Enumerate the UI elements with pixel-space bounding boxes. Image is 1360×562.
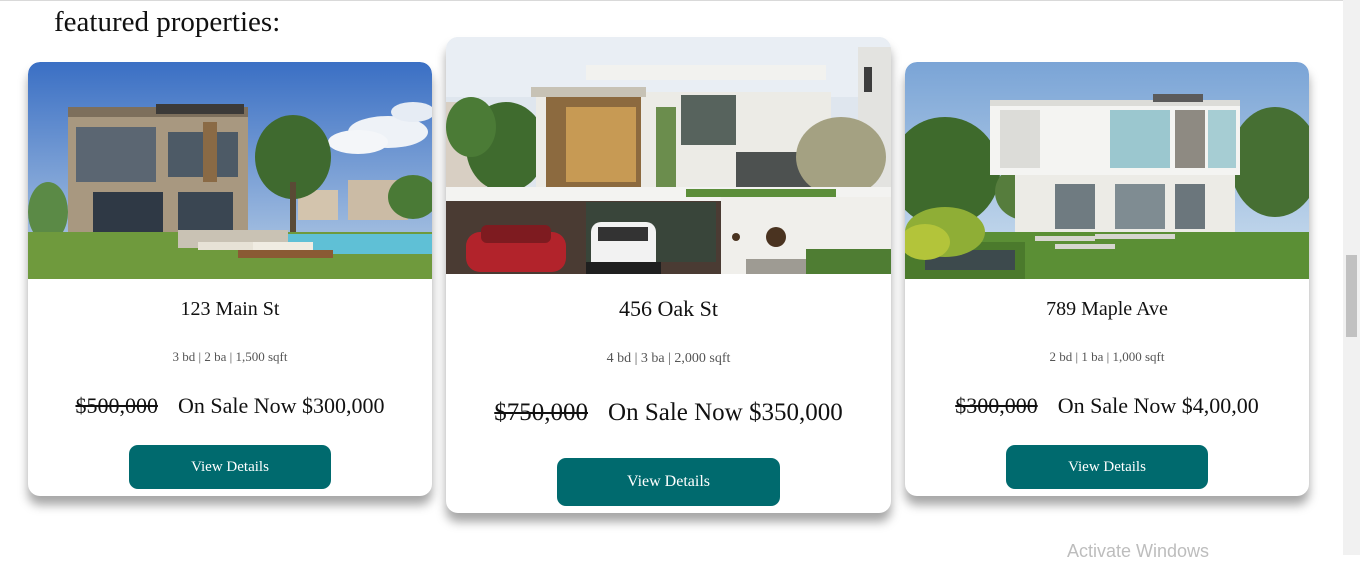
property-specs: 3 bd | 2 ba | 1,500 sqft <box>172 349 288 364</box>
scrollbar-thumb[interactable] <box>1346 255 1357 337</box>
property-card-3[interactable]: 789 Maple Ave 2 bd | 1 ba | 1,000 sqft $… <box>905 62 1309 496</box>
section-heading: featured properties: <box>54 6 281 38</box>
sale-price: On Sale Now $350,000 <box>608 399 843 426</box>
price-row: $500,000 On Sale Now $300,000 <box>28 393 432 419</box>
original-price: $750,000 <box>494 399 589 426</box>
property-address: 789 Maple Ave <box>1046 298 1168 320</box>
property-specs: 4 bd | 3 ba | 2,000 sqft <box>606 351 731 366</box>
property-card-2[interactable]: 456 Oak St 4 bd | 3 ba | 2,000 sqft $750… <box>446 37 891 513</box>
property-photo[interactable] <box>446 37 891 274</box>
property-address: 123 Main St <box>180 298 280 320</box>
price-row: $300,000 On Sale Now $4,00,00 <box>905 393 1309 419</box>
top-divider <box>0 0 1343 1</box>
view-details-button[interactable]: View Details <box>1006 445 1208 489</box>
sale-price: On Sale Now $4,00,00 <box>1057 393 1259 418</box>
property-card-1[interactable]: 123 Main St 3 bd | 2 ba | 1,500 sqft $50… <box>28 62 432 496</box>
property-photo[interactable] <box>905 62 1309 279</box>
original-price: $300,000 <box>955 393 1038 418</box>
property-address: 456 Oak St <box>619 296 718 321</box>
windows-activation-watermark: Activate Windows <box>1067 541 1210 561</box>
sale-price: On Sale Now $300,000 <box>177 393 385 418</box>
view-details-button[interactable]: View Details <box>129 445 331 489</box>
original-price: $500,000 <box>75 393 158 418</box>
property-specs: 2 bd | 1 ba | 1,000 sqft <box>1049 349 1165 364</box>
property-photo[interactable] <box>28 62 432 279</box>
view-details-button[interactable]: View Details <box>557 458 780 506</box>
price-row: $750,000 On Sale Now $350,000 <box>446 399 891 427</box>
